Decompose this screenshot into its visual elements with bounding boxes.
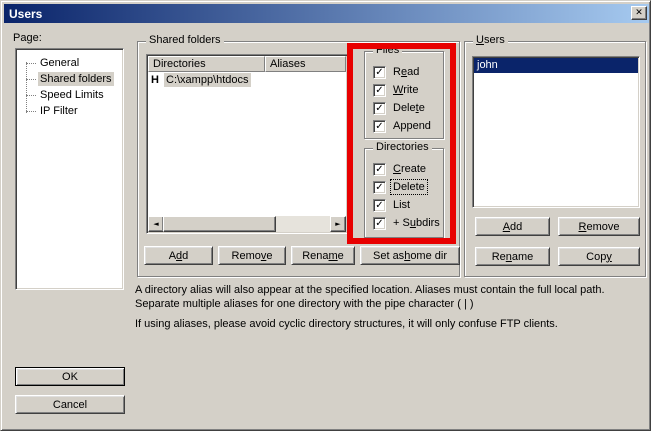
read-checkbox[interactable]: ✓ xyxy=(373,66,386,79)
files-group-label: Files xyxy=(373,44,402,57)
check-icon: ✓ xyxy=(375,121,383,132)
column-header-directories[interactable]: Directories xyxy=(148,56,265,72)
read-checkbox-label[interactable]: Read xyxy=(391,65,421,79)
sidebar-item-label: General xyxy=(38,56,81,70)
write-checkbox-label[interactable]: Write xyxy=(391,83,420,97)
add-user-button[interactable]: Add xyxy=(475,217,550,236)
delete-files-checkbox-label[interactable]: Delete xyxy=(391,101,427,115)
users-list[interactable]: john xyxy=(472,56,640,208)
tree-stub xyxy=(26,63,36,64)
horizontal-scrollbar[interactable]: ◄ ► xyxy=(148,216,346,232)
user-item-john[interactable]: john xyxy=(474,58,638,73)
check-icon: ✓ xyxy=(375,67,383,78)
list-checkbox-label[interactable]: List xyxy=(391,198,412,212)
home-marker: H xyxy=(151,74,164,86)
sidebar-item-label: IP Filter xyxy=(38,104,80,118)
create-checkbox[interactable]: ✓ xyxy=(373,163,386,176)
scroll-left-button[interactable]: ◄ xyxy=(148,216,164,232)
sidebar-item-shared-folders[interactable]: Shared folders xyxy=(16,71,123,87)
page-label: Page: xyxy=(13,32,42,44)
check-icon: ✓ xyxy=(375,103,383,114)
users-group-label: Users xyxy=(473,34,508,47)
sidebar-item-general[interactable]: General xyxy=(16,55,123,71)
check-icon: ✓ xyxy=(375,182,383,193)
tree-stub xyxy=(26,95,36,96)
remove-user-button[interactable]: Remove xyxy=(558,217,640,236)
scroll-right-icon: ► xyxy=(335,220,340,228)
delete-files-checkbox-row: ✓ Delete xyxy=(373,99,443,117)
directory-path: C:\xampp\htdocs xyxy=(164,73,251,87)
delete-files-checkbox[interactable]: ✓ xyxy=(373,102,386,115)
scroll-right-button[interactable]: ► xyxy=(330,216,346,232)
tree-stub xyxy=(26,111,36,112)
page-list[interactable]: General Shared folders Speed Limits IP F… xyxy=(15,48,124,290)
cyclic-note: If using aliases, please avoid cyclic di… xyxy=(135,317,643,331)
column-header-aliases[interactable]: Aliases xyxy=(265,56,346,72)
delete-dirs-checkbox[interactable]: ✓ xyxy=(373,181,386,194)
sidebar-item-speed-limits[interactable]: Speed Limits xyxy=(16,87,123,103)
remove-folder-button[interactable]: Remove xyxy=(218,246,286,265)
ok-button[interactable]: OK xyxy=(15,367,125,386)
check-icon: ✓ xyxy=(375,85,383,96)
set-home-dir-button[interactable]: Set as home dir xyxy=(360,246,460,265)
add-folder-button[interactable]: Add xyxy=(144,246,213,265)
dialog-title: Users xyxy=(9,7,42,21)
check-icon: ✓ xyxy=(375,164,383,175)
sidebar-item-label: Shared folders xyxy=(38,72,114,86)
check-icon: ✓ xyxy=(375,200,383,211)
create-checkbox-row: ✓ Create xyxy=(373,160,443,178)
close-icon: ✕ xyxy=(635,8,643,18)
tree-stub xyxy=(26,79,36,80)
rename-user-button[interactable]: Rename xyxy=(475,247,550,266)
append-checkbox[interactable]: ✓ xyxy=(373,120,386,133)
delete-dirs-checkbox-row: ✓ Delete xyxy=(373,178,443,196)
subdirs-checkbox[interactable]: ✓ xyxy=(373,217,386,230)
sidebar-item-label: Speed Limits xyxy=(38,88,106,102)
directories-group-label: Directories xyxy=(373,141,432,154)
append-checkbox-row: ✓ Append xyxy=(373,117,443,135)
alias-note: A directory alias will also appear at th… xyxy=(135,283,643,311)
copy-user-button[interactable]: Copy xyxy=(558,247,640,266)
write-checkbox[interactable]: ✓ xyxy=(373,84,386,97)
scroll-left-icon: ◄ xyxy=(153,220,158,228)
write-checkbox-row: ✓ Write xyxy=(373,81,443,99)
delete-dirs-checkbox-label[interactable]: Delete xyxy=(391,180,427,194)
users-dialog: Users ✕ Page: General Shared folders Spe… xyxy=(0,0,651,431)
subdirs-checkbox-row: ✓ + Subdirs xyxy=(373,214,443,232)
read-checkbox-row: ✓ Read xyxy=(373,63,443,81)
create-checkbox-label[interactable]: Create xyxy=(391,162,428,176)
list-checkbox[interactable]: ✓ xyxy=(373,199,386,212)
scrollbar-thumb[interactable] xyxy=(163,216,276,232)
subdirs-checkbox-label[interactable]: + Subdirs xyxy=(391,216,442,230)
list-checkbox-row: ✓ List xyxy=(373,196,443,214)
title-bar[interactable]: Users ✕ xyxy=(4,4,649,23)
directories-list[interactable]: Directories Aliases H C:\xampp\htdocs ◄ … xyxy=(146,54,348,234)
directory-row[interactable]: H C:\xampp\htdocs xyxy=(147,72,347,88)
files-group: Files ✓ Read ✓ Write ✓ Delete ✓ Append xyxy=(364,51,444,139)
close-button[interactable]: ✕ xyxy=(631,6,647,20)
append-checkbox-label[interactable]: Append xyxy=(391,119,433,133)
directories-group: Directories ✓ Create ✓ Delete ✓ List ✓ +… xyxy=(364,148,444,238)
check-icon: ✓ xyxy=(375,218,383,229)
users-group: Users john Add Remove Rename Copy xyxy=(464,41,646,277)
rename-folder-button[interactable]: Rename xyxy=(291,246,355,265)
cancel-button[interactable]: Cancel xyxy=(15,395,125,414)
shared-folders-group-label: Shared folders xyxy=(146,34,224,47)
sidebar-item-ip-filter[interactable]: IP Filter xyxy=(16,103,123,119)
